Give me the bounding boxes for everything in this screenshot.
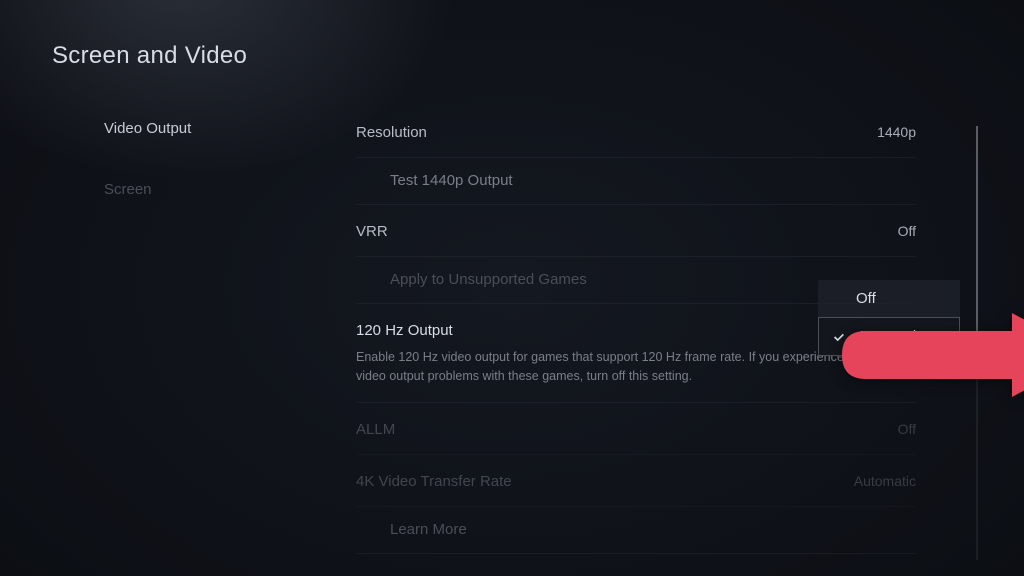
page-title: Screen and Video (52, 42, 1024, 70)
setting-allm[interactable]: ALLM Off (356, 403, 916, 455)
dropdown-option-label: Off (856, 290, 876, 307)
dropdown-120hz: Off Automatic (818, 280, 960, 356)
setting-label: Resolution (356, 124, 427, 141)
setting-value: Off (898, 223, 916, 239)
setting-label: Apply to Unsupported Games (390, 271, 587, 288)
setting-value: Automatic (854, 473, 916, 489)
setting-label: Learn More (390, 521, 467, 538)
sidebar-item-video-output[interactable]: Video Output (104, 112, 312, 145)
settings-panel: Resolution 1440p Test 1440p Output VRR O… (312, 106, 1024, 560)
setting-label: 4K Video Transfer Rate (356, 473, 512, 490)
setting-test-1440p[interactable]: Test 1440p Output (356, 158, 916, 205)
sidebar: Video Output Screen (52, 106, 312, 560)
dropdown-option-label: Automatic (857, 328, 924, 345)
setting-resolution[interactable]: Resolution 1440p (356, 106, 916, 158)
scrollbar[interactable] (976, 126, 978, 560)
setting-4k-transfer-rate[interactable]: 4K Video Transfer Rate Automatic (356, 455, 916, 507)
setting-description: Enable 120 Hz video output for games tha… (356, 348, 876, 386)
dropdown-option-automatic[interactable]: Automatic (818, 317, 960, 356)
sidebar-item-label: Video Output (104, 120, 191, 137)
setting-label: 120 Hz Output (356, 322, 453, 339)
setting-label: ALLM (356, 421, 395, 438)
dropdown-option-off[interactable]: Off (818, 280, 960, 317)
sidebar-item-screen[interactable]: Screen (104, 173, 312, 206)
setting-label: VRR (356, 223, 388, 240)
setting-value: Off (898, 421, 916, 437)
sidebar-item-label: Screen (104, 181, 152, 198)
check-icon (831, 329, 847, 345)
setting-label: Test 1440p Output (390, 172, 513, 189)
setting-learn-more[interactable]: Learn More (356, 507, 916, 554)
setting-value: 1440p (877, 124, 916, 140)
setting-vrr[interactable]: VRR Off (356, 205, 916, 257)
